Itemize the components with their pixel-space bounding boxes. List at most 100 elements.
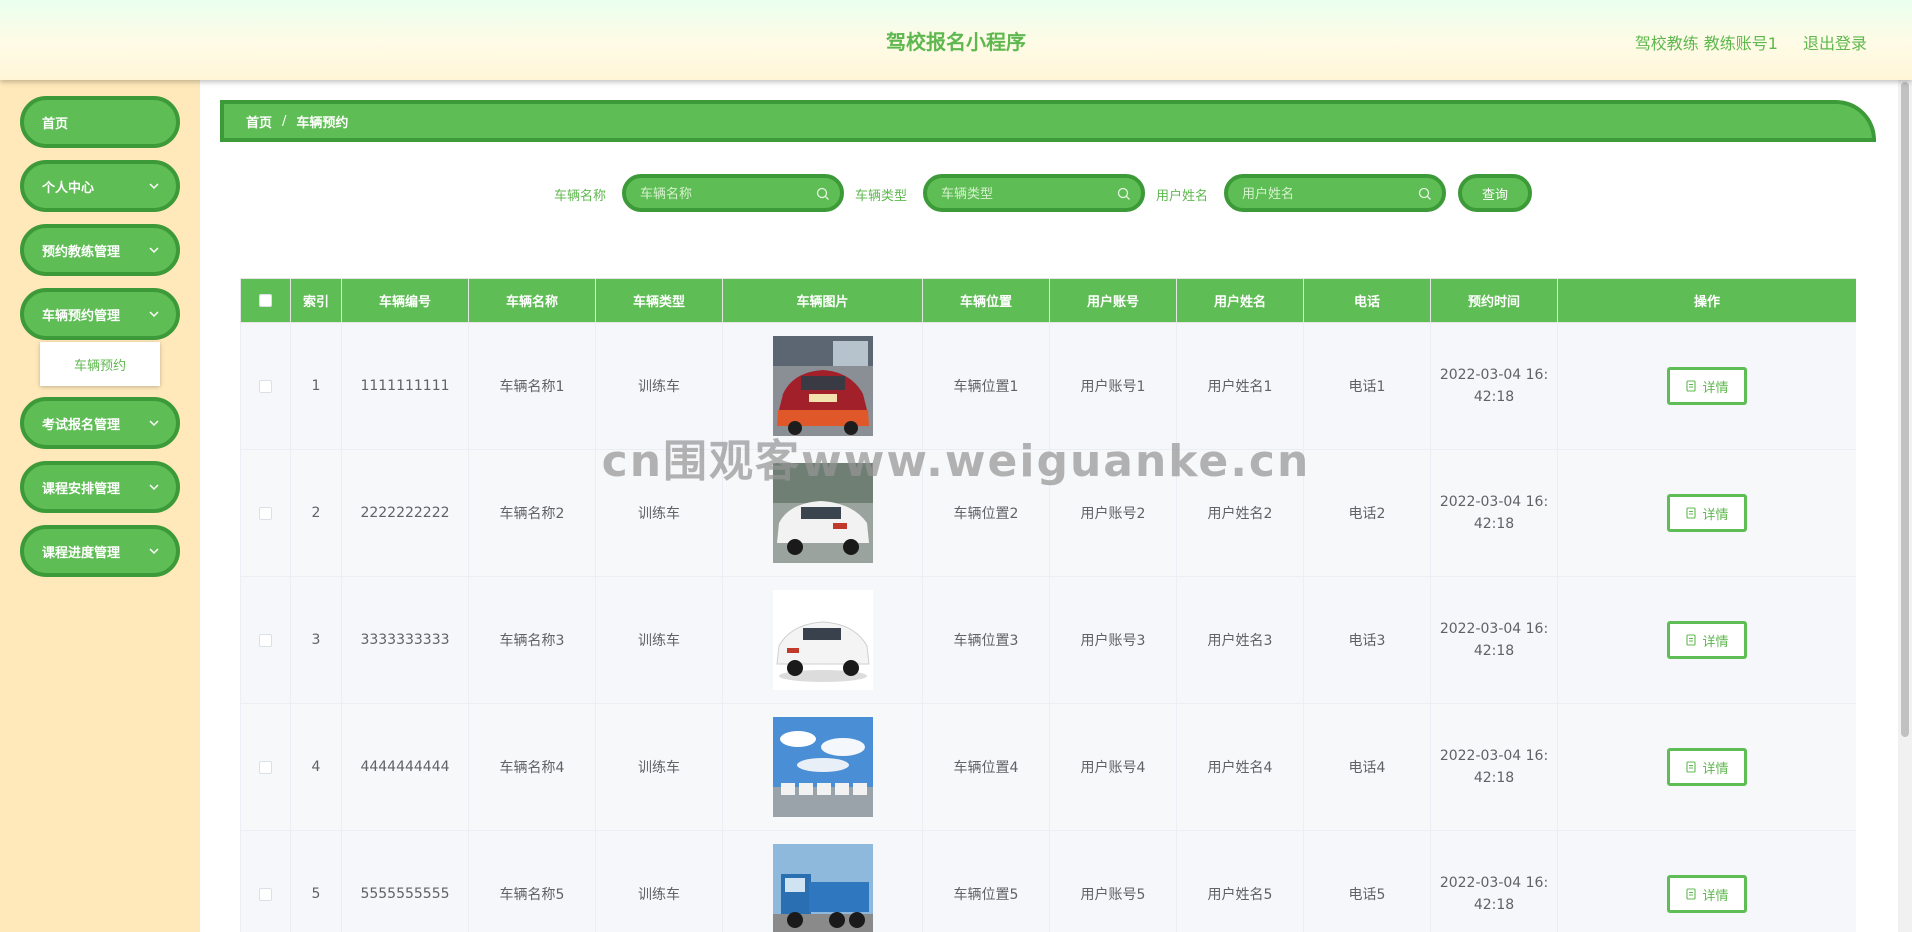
- booking-time-cell: 2022-03-04 16: 42:18: [1430, 703, 1558, 831]
- table-header-row: 索引 车辆编号 车辆名称 车辆类型 车辆图片 车辆位置 用户账号 用户姓名 电话…: [240, 278, 1856, 323]
- sidebar-item-label: 首页: [42, 116, 69, 132]
- vehicle-location-cell: 车辆位置3: [922, 576, 1050, 704]
- column-header: 预约时间: [1430, 278, 1558, 323]
- vehicle-location-cell: 车辆位置4: [922, 703, 1050, 831]
- index-cell: 4: [290, 703, 342, 831]
- row-checkbox[interactable]: [259, 887, 272, 901]
- sidebar-item-label: 预约教练管理: [42, 244, 121, 260]
- sidebar-item-course-progress[interactable]: 课程进度管理: [20, 525, 180, 577]
- vehicle-type-cell: 训练车: [595, 576, 723, 704]
- index-cell: 2: [290, 449, 342, 577]
- sidebar-item-coach-booking[interactable]: 预约教练管理: [20, 224, 180, 276]
- sidebar-subitem-vehicle-booking[interactable]: 车辆预约: [40, 342, 160, 386]
- booking-time-clock: 42:18: [1473, 643, 1515, 659]
- row-select-cell[interactable]: [240, 703, 291, 831]
- breadcrumb-home[interactable]: 首页: [246, 112, 272, 131]
- vehicle-name-label: 车辆名称: [554, 189, 607, 204]
- search-icon: [1418, 187, 1431, 200]
- vehicle-type-label: 车辆类型: [855, 189, 908, 204]
- booking-time-date: 2022-03-04 16:: [1439, 367, 1549, 383]
- detail-button[interactable]: 详情: [1667, 748, 1747, 786]
- vehicle-type-cell: 训练车: [595, 703, 723, 831]
- vehicle-type-cell: 训练车: [595, 322, 723, 450]
- breadcrumb-separator: /: [282, 113, 287, 129]
- document-icon: [1686, 380, 1697, 392]
- booking-time-clock: 42:18: [1473, 389, 1515, 405]
- column-header: 用户账号: [1049, 278, 1177, 323]
- top-header: 驾校报名小程序 驾校教练 教练账号1 退出登录: [0, 0, 1912, 80]
- select-all-cell[interactable]: [240, 278, 291, 323]
- vehicle-image: [772, 590, 873, 690]
- user-account-cell: 用户账号4: [1049, 703, 1177, 831]
- detail-button[interactable]: 详情: [1667, 875, 1747, 913]
- row-checkbox[interactable]: [259, 633, 272, 647]
- actions-cell: 详情: [1557, 703, 1856, 831]
- document-icon: [1686, 507, 1697, 519]
- row-select-cell[interactable]: [240, 576, 291, 704]
- detail-button[interactable]: 详情: [1667, 621, 1747, 659]
- user-account-cell: 用户账号2: [1049, 449, 1177, 577]
- vehicle-image-cell: [722, 322, 923, 450]
- booking-time-clock: 42:18: [1473, 897, 1515, 913]
- user-name-search: [1224, 174, 1446, 212]
- row-select-cell[interactable]: [240, 830, 291, 932]
- column-header: 车辆类型: [595, 278, 723, 323]
- sidebar-item-exam-registration[interactable]: 考试报名管理: [20, 397, 180, 449]
- column-header: 车辆位置: [922, 278, 1050, 323]
- vehicle-image: [772, 717, 873, 817]
- booking-time-clock: 42:18: [1473, 516, 1515, 532]
- actions-cell: 详情: [1557, 322, 1856, 450]
- sidebar-item-vehicle-booking[interactable]: 车辆预约管理: [20, 288, 180, 340]
- booking-time-clock: 42:18: [1473, 770, 1515, 786]
- booking-time-date: 2022-03-04 16:: [1439, 875, 1549, 891]
- chevron-down-icon: [149, 484, 159, 491]
- breadcrumb-current: 车辆预约: [296, 115, 349, 131]
- vehicle-number-cell: 2222222222: [341, 449, 469, 577]
- row-checkbox[interactable]: [259, 760, 272, 774]
- phone-cell: 电话4: [1303, 703, 1431, 831]
- select-all-checkbox[interactable]: [259, 294, 272, 307]
- detail-button[interactable]: 详情: [1667, 367, 1747, 405]
- chevron-down-icon: [149, 183, 159, 190]
- vehicle-type-cell: 训练车: [595, 449, 723, 577]
- user-name-label: 用户姓名: [1156, 189, 1209, 204]
- vehicle-name-cell: 车辆名称1: [468, 322, 596, 450]
- query-button[interactable]: 查询: [1458, 174, 1532, 212]
- table-row: 2 2222222222 车辆名称2 训练车 车辆位置2 用户账号2 用户姓名2…: [240, 449, 1856, 577]
- row-checkbox[interactable]: [259, 379, 272, 393]
- sidebar-item-home[interactable]: 首页: [20, 96, 180, 148]
- booking-time-cell: 2022-03-04 16: 42:18: [1430, 322, 1558, 450]
- search-icon: [1117, 187, 1130, 200]
- phone-cell: 电话3: [1303, 576, 1431, 704]
- detail-button[interactable]: 详情: [1667, 494, 1747, 532]
- vehicle-type-input[interactable]: [941, 184, 1111, 204]
- vehicle-name-search: [622, 174, 844, 212]
- logout-button[interactable]: 退出登录: [1803, 30, 1867, 54]
- user-name-input[interactable]: [1242, 184, 1412, 204]
- index-cell: 3: [290, 576, 342, 704]
- sidebar-item-label: 车辆预约管理: [42, 308, 121, 324]
- chevron-down-icon: [149, 311, 159, 318]
- row-select-cell[interactable]: [240, 322, 291, 450]
- vehicle-number-cell: 5555555555: [341, 830, 469, 932]
- booking-time-date: 2022-03-04 16:: [1439, 621, 1549, 637]
- vehicle-location-cell: 车辆位置5: [922, 830, 1050, 932]
- table-row: 1 1111111111 车辆名称1 训练车 车辆位置1 用户账号1 用户姓名1…: [240, 322, 1856, 450]
- column-header: 电话: [1303, 278, 1431, 323]
- vehicle-location-cell: 车辆位置2: [922, 449, 1050, 577]
- vehicle-image-cell: [722, 703, 923, 831]
- vehicle-name-cell: 车辆名称5: [468, 830, 596, 932]
- index-cell: 1: [290, 322, 342, 450]
- row-checkbox[interactable]: [259, 506, 272, 520]
- vehicle-name-input[interactable]: [640, 184, 810, 204]
- sidebar-item-label: 个人中心: [42, 180, 95, 196]
- vehicle-type-search: [923, 174, 1145, 212]
- column-header: 用户姓名: [1176, 278, 1304, 323]
- page-scrollbar-thumb[interactable]: [1901, 82, 1909, 737]
- sidebar-item-personal-center[interactable]: 个人中心: [20, 160, 180, 212]
- search-icon: [816, 187, 829, 200]
- vehicle-name-cell: 车辆名称3: [468, 576, 596, 704]
- sidebar-item-course-schedule[interactable]: 课程安排管理: [20, 461, 180, 513]
- row-select-cell[interactable]: [240, 449, 291, 577]
- document-icon: [1686, 761, 1697, 773]
